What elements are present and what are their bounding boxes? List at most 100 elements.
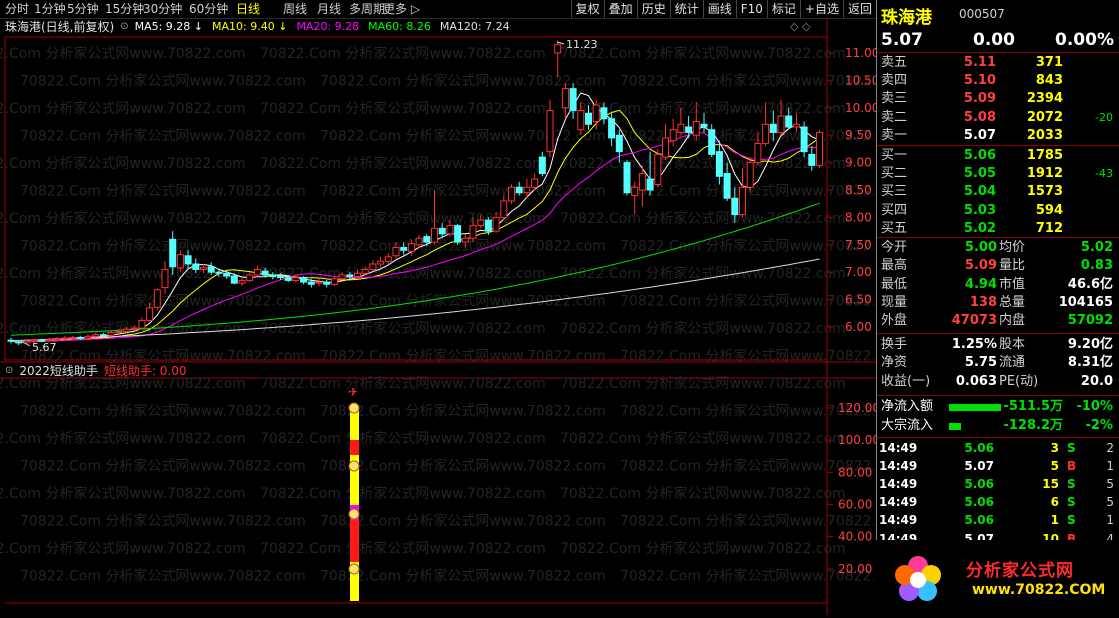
toolbar-button-5[interactable]: F10 xyxy=(735,0,767,18)
order-price: 5.08 xyxy=(963,109,996,125)
order-label: 卖五 xyxy=(881,55,908,70)
price-change: 0.00 xyxy=(973,30,1015,50)
order-row: 卖一 5.07 2033 xyxy=(881,127,1116,145)
candle-body xyxy=(307,281,315,285)
kline-chart[interactable]: 70822.Com 分析家公式网www.70822.com 70822.Com 分… xyxy=(0,18,876,615)
order-label: 卖二 xyxy=(881,109,908,125)
candle-body xyxy=(731,197,739,216)
period-tab-10[interactable]: 更多 ▷ xyxy=(383,1,420,17)
indicator-segment xyxy=(350,410,359,440)
trade-count: 5 xyxy=(1106,477,1114,492)
order-price: 5.05 xyxy=(963,166,996,182)
period-tab-6[interactable]: 日线 xyxy=(236,1,260,17)
candle-body xyxy=(423,236,431,243)
candle-body xyxy=(585,112,592,125)
watermark-text: 70822.Com 分析家公式网www.70822.com xyxy=(260,430,546,447)
candle-body xyxy=(161,268,169,289)
order-price: 5.09 xyxy=(963,91,996,107)
toolbar-button-4[interactable]: 画线 xyxy=(702,0,736,18)
candle-body xyxy=(169,238,177,268)
candle-body xyxy=(546,110,554,153)
indicator-segment xyxy=(350,472,359,505)
stat-label: 均价 xyxy=(999,240,1026,255)
trade-row: 14:49 5.06 1 S 1 xyxy=(879,511,1117,529)
indicator-tick: 120.00 xyxy=(838,401,876,415)
trade-side: S xyxy=(1067,477,1076,492)
candle-body xyxy=(700,123,708,128)
indicator-segment xyxy=(350,520,359,540)
period-tab-0[interactable]: 分时 xyxy=(5,1,29,17)
period-tab-5[interactable]: 60分钟 xyxy=(189,1,228,17)
stat-row: 最低 4.94 市值 46.6亿 xyxy=(881,276,1116,294)
candle-body xyxy=(538,156,546,175)
order-price: 5.10 xyxy=(963,73,996,89)
toolbar-button-0[interactable]: 复权 xyxy=(570,0,604,18)
stat-label: 今开 xyxy=(881,240,908,255)
site-logo: 分析家公式网 www.70822.COM xyxy=(876,540,1119,615)
toolbar-button-6[interactable]: 标记 xyxy=(766,0,800,18)
toolbar-button-2[interactable]: 历史 xyxy=(636,0,670,18)
order-price: 5.04 xyxy=(963,184,996,200)
price-tick: 9.00 xyxy=(845,156,872,170)
toolbar-button-1[interactable]: 叠加 xyxy=(603,0,637,18)
period-tab-9[interactable]: 多周期 xyxy=(349,1,385,17)
period-tab-3[interactable]: 15分钟 xyxy=(105,1,144,17)
candle-body xyxy=(130,327,138,330)
order-row: 卖四 5.10 843 xyxy=(881,72,1116,90)
watermark-text: 70822.Com 分析家公式网www.70822.com xyxy=(560,210,846,227)
chevron-down-icon[interactable]: ⊙ xyxy=(5,364,13,378)
candle-body xyxy=(746,162,754,188)
toolbar-button-3[interactable]: 统计 xyxy=(669,0,703,18)
chart-controls[interactable]: ◇ ◇ xyxy=(790,20,810,33)
stat-value: 47073 xyxy=(951,313,997,329)
candle-body xyxy=(338,274,346,280)
trade-price: 5.07 xyxy=(964,459,994,474)
price-tick: 11.00 xyxy=(845,46,876,60)
stat-row: 净资 5.75 流通 8.31亿 xyxy=(881,354,1116,372)
stat-label: 外盘 xyxy=(881,313,908,329)
stat-label: 最低 xyxy=(881,276,908,292)
period-tab-1[interactable]: 1分钟 xyxy=(34,1,66,17)
watermark-text: 70822.Com 分析家公式网www.70822.com xyxy=(0,540,246,557)
price-tick: 9.50 xyxy=(845,128,872,142)
period-tab-8[interactable]: 月线 xyxy=(317,1,341,17)
ma-legend-item: MA10: 9.40 ↓ xyxy=(212,20,288,33)
candle-body xyxy=(685,126,693,133)
watermark-text: 70822.Com 分析家公式网www.70822.com xyxy=(560,320,846,337)
stat-label: 最高 xyxy=(881,258,908,274)
divider xyxy=(877,437,1119,438)
candle-body xyxy=(377,260,385,265)
trade-time: 14:49 xyxy=(879,495,918,510)
period-tab-2[interactable]: 5分钟 xyxy=(67,1,99,17)
candle-body xyxy=(792,123,800,128)
divider xyxy=(877,395,1119,396)
candle-body xyxy=(300,277,308,283)
candle-body xyxy=(461,237,469,243)
candle-body xyxy=(284,277,292,281)
flow-label: 大宗流入 xyxy=(881,418,934,433)
watermark-text: 70822.Com 分析家公式网www.70822.com xyxy=(620,238,876,255)
indicator-segment xyxy=(350,540,359,562)
period-tab-4[interactable]: 30分钟 xyxy=(143,1,182,17)
watermark-text: 70822.Com 分析家公式网www.70822.com xyxy=(0,45,246,62)
divider xyxy=(877,333,1119,334)
toolbar-button-8[interactable]: 返回 xyxy=(842,0,876,18)
candle-body xyxy=(631,186,639,196)
high-label: 11.23 xyxy=(566,38,598,51)
trade-time: 14:49 xyxy=(879,441,918,455)
stat-label: 净资 xyxy=(881,355,908,371)
watermark-text: 70822.Com 分析家公式网www.70822.com xyxy=(560,430,846,447)
stat-label: 流通 xyxy=(999,355,1026,371)
trade-side: S xyxy=(1067,513,1076,528)
stat-value: 57092 xyxy=(1067,313,1113,329)
price-tick: 10.00 xyxy=(845,101,876,115)
toolbar-button-7[interactable]: +自选 xyxy=(799,0,843,18)
watermark-text: 70822.Com 分析家公式网www.70822.com xyxy=(320,403,606,420)
chevron-down-icon[interactable]: ⊙ xyxy=(120,19,128,35)
price-tick: 10.50 xyxy=(845,73,876,87)
period-tab-7[interactable]: 周线 xyxy=(283,1,307,17)
watermark-text: 70822.Com 分析家公式网www.70822.com xyxy=(0,210,246,227)
flow-bar xyxy=(949,404,1001,411)
watermark-text: 70822.Com 分析家公式网www.70822.com xyxy=(620,513,876,530)
trade-volume: 15 xyxy=(1042,477,1059,492)
